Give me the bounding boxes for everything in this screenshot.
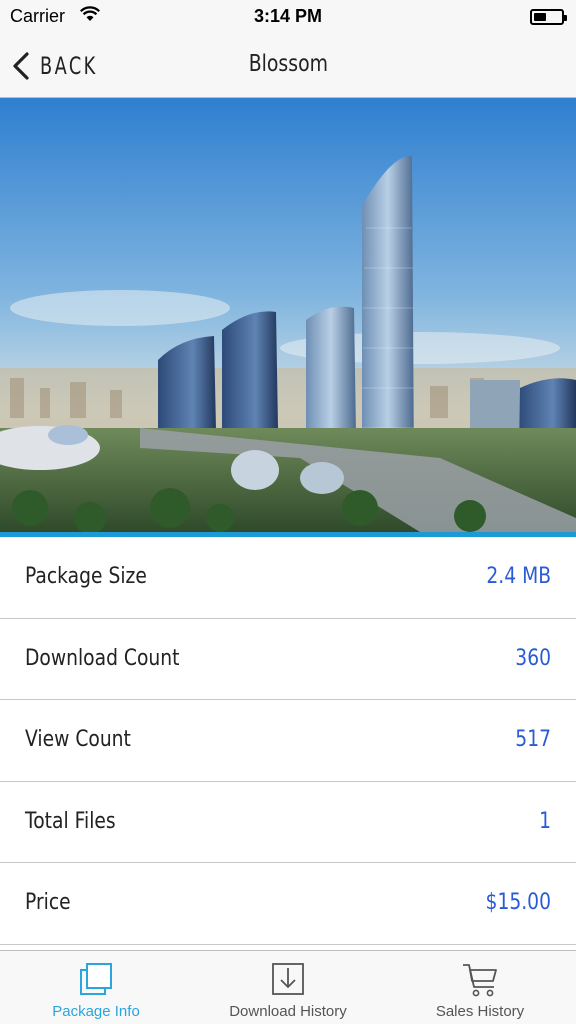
tab-package-info-label: Package Info — [52, 1003, 140, 1020]
tab-download-history[interactable]: Download History — [192, 951, 384, 1024]
package-info-list: Package Size 2.4 MB Download Count 360 V… — [0, 537, 576, 945]
tab-sales-history[interactable]: Sales History — [384, 951, 576, 1024]
cart-icon — [463, 964, 497, 997]
info-row-total-files: Total Files 1 — [0, 782, 576, 863]
download-count-value: 360 — [515, 645, 551, 671]
total-files-value: 1 — [539, 808, 551, 834]
tab-bar: Package Info Download History Sales Hist… — [0, 950, 576, 1024]
price-value: $15.00 — [485, 890, 551, 915]
battery-icon — [530, 9, 567, 25]
status-bar: Carrier 3:14 PM — [0, 0, 576, 36]
package-preview-image — [0, 98, 576, 532]
view-count-label: View Count — [25, 727, 131, 752]
package-size-value: 2.4 MB — [486, 564, 551, 589]
page-title: Blossom — [0, 51, 576, 77]
download-icon — [272, 963, 304, 995]
view-count-value: 517 — [515, 727, 551, 752]
page-title-text: Blossom — [248, 51, 328, 77]
navigation-bar: BACK Blossom — [0, 36, 576, 98]
download-count-label: Download Count — [25, 645, 180, 671]
skyline-illustration — [0, 98, 576, 532]
battery-level — [534, 13, 546, 21]
package-icon — [80, 963, 112, 995]
tab-download-history-label: Download History — [229, 1003, 347, 1020]
price-label: Price — [25, 890, 71, 915]
info-row-view-count: View Count 517 — [0, 700, 576, 782]
info-row-price: Price $15.00 — [0, 863, 576, 945]
info-row-package-size: Package Size 2.4 MB — [0, 537, 576, 619]
tab-package-info[interactable]: Package Info — [0, 951, 192, 1024]
tab-sales-history-label: Sales History — [435, 1003, 525, 1020]
status-time: 3:14 PM — [253, 6, 323, 26]
total-files-label: Total Files — [25, 808, 116, 834]
info-row-download-count: Download Count 360 — [0, 619, 576, 700]
package-size-label: Package Size — [25, 564, 147, 589]
